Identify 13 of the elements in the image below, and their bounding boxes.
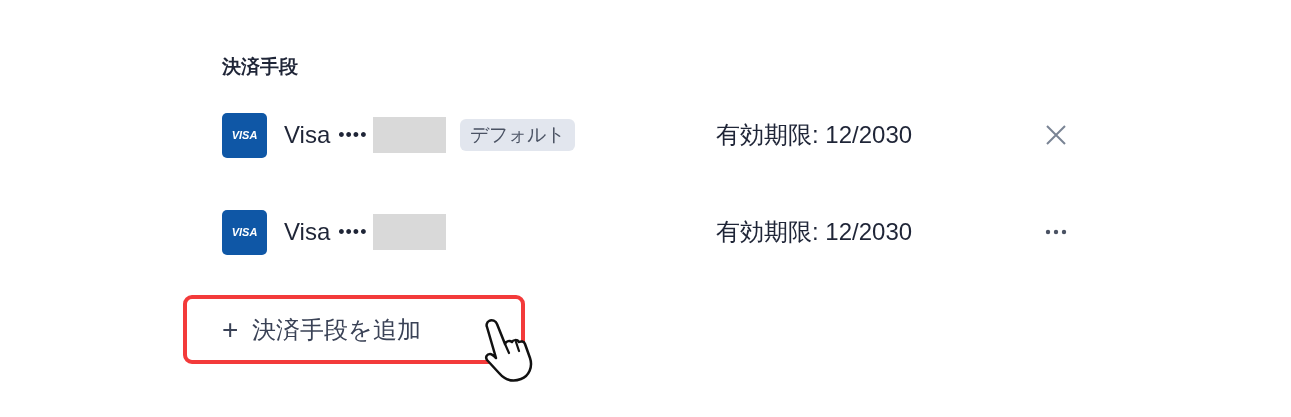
default-badge: デフォルト <box>460 119 576 151</box>
section-title: 決済手段 <box>222 55 299 79</box>
expiry-date: 有効期限: 12/2030 <box>716 120 914 150</box>
expiry-date: 有効期限: 12/2030 <box>716 217 914 247</box>
card-brand: Visa <box>284 218 331 246</box>
masked-digits: •••• <box>338 221 368 243</box>
more-icon[interactable] <box>1045 229 1067 235</box>
visa-logo-icon: VISA <box>222 209 267 255</box>
add-payment-button[interactable]: + 決済手段を追加 <box>183 295 525 364</box>
visa-logo-icon: VISA <box>222 112 267 158</box>
close-icon[interactable] <box>1045 124 1067 146</box>
card-brand: Visa <box>284 121 331 149</box>
masked-digits: •••• <box>338 124 368 146</box>
